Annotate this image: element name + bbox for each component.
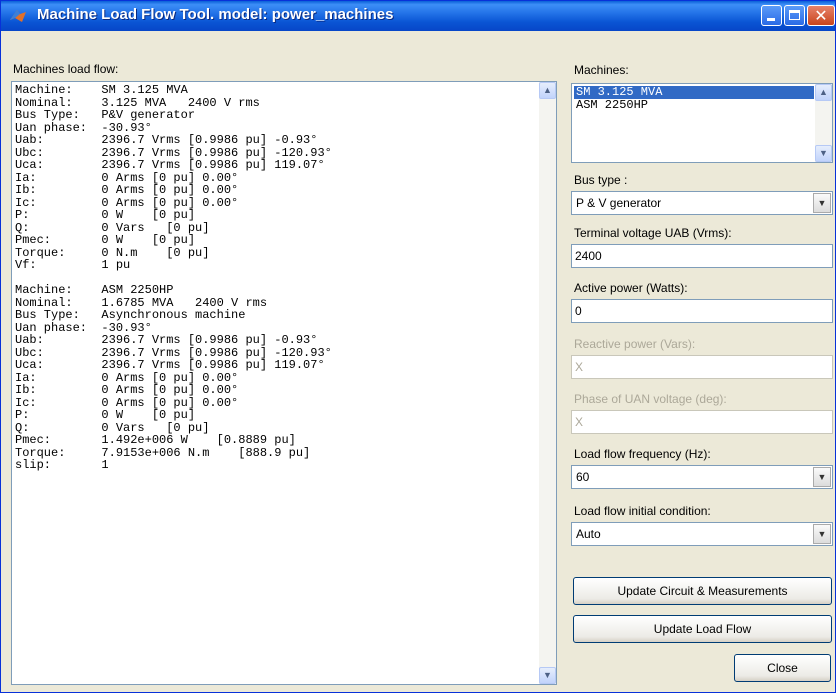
machines-scrollbar[interactable]: ▲ ▼ — [815, 84, 832, 162]
close-icon: ✕ — [814, 6, 828, 25]
matlab-icon — [10, 10, 26, 22]
initial-condition-dropdown[interactable]: Auto ▼ — [571, 522, 833, 546]
minimize-button[interactable] — [761, 5, 782, 26]
terminal-voltage-field[interactable]: 2400 — [571, 244, 833, 268]
bus-type-label: Bus type : — [574, 173, 628, 187]
maximize-button[interactable] — [784, 5, 805, 26]
active-power-field[interactable]: 0 — [571, 299, 833, 323]
frequency-label: Load flow frequency (Hz): — [574, 447, 711, 461]
window-title: Machine Load Flow Tool. model: power_mac… — [37, 6, 394, 23]
machine-item-asm[interactable]: ASM 2250HP — [574, 99, 814, 112]
reactive-power-field: X — [571, 355, 833, 379]
machines-scroll-up-button[interactable]: ▲ — [815, 84, 832, 101]
machines-scroll-down-button[interactable]: ▼ — [815, 145, 832, 162]
frequency-value: 60 — [576, 470, 590, 484]
frequency-chevron-down-icon[interactable]: ▼ — [813, 467, 831, 487]
scroll-up-button[interactable]: ▲ — [539, 82, 556, 99]
load-flow-tool-window: Machine Load Flow Tool. model: power_mac… — [0, 0, 836, 693]
title-bar[interactable]: Machine Load Flow Tool. model: power_mac… — [1, 1, 835, 31]
bus-type-value: P & V generator — [576, 196, 662, 210]
load-flow-text: Machine: SM 3.125 MVA Nominal: 3.125 MVA… — [15, 83, 332, 472]
bus-type-chevron-down-icon[interactable]: ▼ — [813, 193, 831, 213]
close-button[interactable]: Close — [734, 654, 831, 682]
load-flow-textarea[interactable]: Machine: SM 3.125 MVA Nominal: 3.125 MVA… — [11, 81, 557, 685]
load-flow-label: Machines load flow: — [13, 62, 119, 76]
phase-uan-label: Phase of UAN voltage (deg): — [574, 392, 727, 406]
initial-condition-chevron-down-icon[interactable]: ▼ — [813, 524, 831, 544]
frequency-dropdown[interactable]: 60 ▼ — [571, 465, 833, 489]
load-flow-scrollbar[interactable]: ▲ ▼ — [539, 82, 556, 684]
maximize-icon — [789, 10, 800, 20]
initial-condition-value: Auto — [576, 527, 601, 541]
update-circuit-button[interactable]: Update Circuit & Measurements — [573, 577, 832, 605]
minimize-icon — [767, 18, 775, 21]
close-window-button[interactable]: ✕ — [807, 5, 835, 26]
scroll-down-button[interactable]: ▼ — [539, 667, 556, 684]
phase-uan-field: X — [571, 410, 833, 434]
bus-type-dropdown[interactable]: P & V generator ▼ — [571, 191, 833, 215]
update-load-flow-button[interactable]: Update Load Flow — [573, 615, 832, 643]
active-power-label: Active power (Watts): — [574, 281, 688, 295]
machines-label: Machines: — [574, 63, 629, 77]
reactive-power-label: Reactive power (Vars): — [574, 337, 696, 351]
initial-condition-label: Load flow initial condition: — [574, 504, 711, 518]
machines-listbox[interactable]: SM 3.125 MVA ASM 2250HP ▲ ▼ — [571, 83, 833, 163]
terminal-voltage-label: Terminal voltage UAB (Vrms): — [574, 226, 732, 240]
